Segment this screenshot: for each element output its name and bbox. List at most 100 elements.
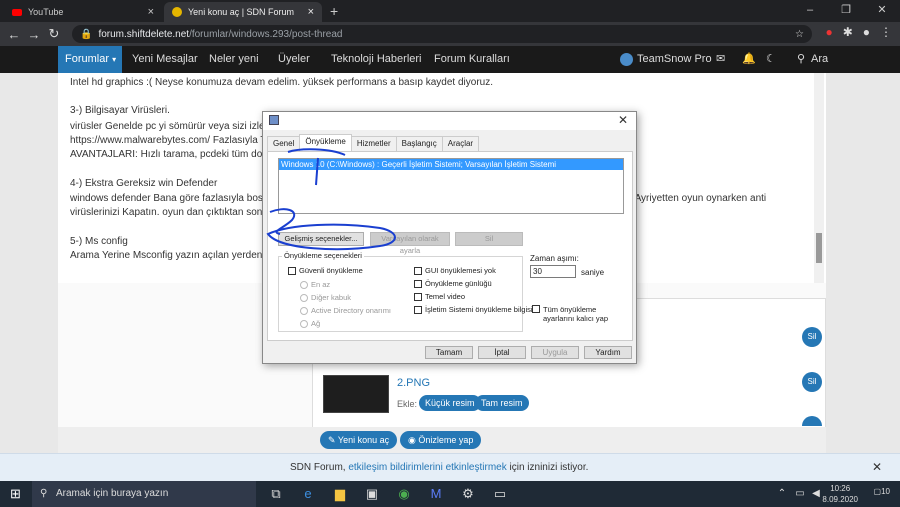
attachment-name[interactable]: 2.PNG [397, 377, 430, 389]
edge-icon[interactable]: e [300, 485, 316, 503]
network-radio: Ağ [300, 319, 320, 328]
sdn-icon [172, 7, 182, 17]
notification-icon[interactable]: ▢10 [874, 487, 890, 496]
close-icon[interactable]: × [148, 6, 154, 18]
moon-icon[interactable]: ☾ [766, 46, 776, 73]
os-list[interactable]: Windows 10 (C:\Windows) : Geçerli İşleti… [278, 158, 624, 214]
reload-icon[interactable]: ↻ [44, 26, 64, 42]
alt-shell-label: Diğer kabuk [311, 293, 352, 302]
text-link[interactable]: https://www.malwarebytes.com/ Fazlasıyla… [70, 135, 267, 146]
search-label[interactable]: Ara [811, 46, 828, 73]
notice-text: SDN Forum, etkileşim bildirimlerini etki… [290, 462, 588, 473]
chrome-icon[interactable]: ◉ [396, 485, 412, 503]
task-view-icon[interactable]: ⧉ [268, 485, 284, 503]
help-button[interactable]: Yardım [584, 346, 632, 359]
preview-button[interactable]: ◉ Önizleme yap [400, 431, 482, 449]
boot-tab-pane: Windows 10 (C:\Windows) : Geçerli İşleti… [267, 151, 633, 341]
new-tab-icon[interactable]: + [330, 3, 338, 19]
boot-log-checkbox[interactable]: Önyükleme günlüğü [414, 279, 492, 288]
cancel-button[interactable]: İptal [478, 346, 526, 359]
tray-arrow-icon[interactable]: ⌃ [774, 485, 790, 503]
close-icon[interactable]: ✕ [618, 113, 628, 127]
network-label: Ağ [311, 319, 321, 328]
windows-start-icon[interactable]: ⊞ [10, 486, 21, 502]
clock-time: 10:26 [830, 484, 851, 493]
delete-button[interactable]: Sil [802, 372, 822, 392]
safe-boot-checkbox[interactable]: Güvenli önyükleme [288, 266, 363, 275]
no-gui-checkbox[interactable]: GUI önyüklemesi yok [414, 266, 496, 275]
search-icon: ⚲ [40, 488, 48, 499]
os-info-label: İşletim Sistemi önyükleme bilgisi [425, 305, 533, 314]
nav-forumlar-label: Forumlar [65, 53, 110, 65]
file-explorer-icon[interactable]: ▆ [332, 485, 348, 503]
os-entry[interactable]: Windows 10 (C:\Windows) : Geçerli İşleti… [279, 159, 623, 170]
nav-neler-yeni[interactable]: Neler yeni [209, 46, 259, 73]
forward-icon[interactable]: → [24, 27, 44, 42]
profile-icon[interactable]: ● [863, 25, 870, 39]
no-gui-label: GUI önyüklemesi yok [425, 266, 496, 275]
search-icon[interactable]: ⚲ [797, 46, 805, 73]
boot-log-label: Önyükleme günlüğü [425, 279, 492, 288]
timeout-input[interactable]: 30 [530, 265, 576, 278]
minimize-icon[interactable]: – [792, 0, 828, 22]
tab-baslangic[interactable]: Başlangıç [395, 136, 443, 152]
store-icon[interactable]: ▣ [364, 485, 380, 503]
text-line: windows defender Bana göre fazlasıyla bo… [70, 193, 263, 204]
set-default-button: Varsayılan olarak ayarla [370, 232, 450, 255]
close-icon[interactable]: ✕ [872, 460, 882, 474]
insert-thumbnail-button[interactable]: Küçük resim [419, 395, 481, 411]
ok-button[interactable]: Tamam [425, 346, 473, 359]
advanced-options-button[interactable]: Gelişmiş seçenekler... [278, 232, 364, 246]
notice-post: için izninizi istiyor. [506, 462, 589, 473]
user-name[interactable]: TeamSnow Pro [637, 46, 712, 73]
editor-scroll-thumb[interactable] [816, 233, 822, 263]
app-window-icon[interactable]: ▭ [492, 485, 508, 503]
delete-button[interactable]: Sil [802, 327, 822, 347]
notification-banner: SDN Forum, etkileşim bildirimlerini etki… [0, 453, 900, 481]
text-line: Intel hd graphics :( Neyse konumuza deva… [70, 77, 493, 88]
back-icon[interactable]: ← [4, 27, 24, 42]
new-thread-button[interactable]: ✎ Yeni konu aç [320, 431, 398, 449]
text-line: 5-) Ms config [70, 236, 128, 247]
mail-icon[interactable]: ✉ [716, 46, 725, 73]
attachment-thumbnail[interactable] [323, 375, 389, 413]
taskbar-search[interactable]: ⚲ Aramak için buraya yazın [32, 481, 256, 507]
menu-icon[interactable]: ⋮ [880, 25, 892, 39]
base-video-checkbox[interactable]: Temel video [414, 292, 465, 301]
text-line: n. Ayriyetten oyun oynarken anti [624, 193, 767, 204]
extension-icon[interactable]: ● [825, 25, 832, 39]
nav-forum-kurallari[interactable]: Forum Kuralları [434, 46, 510, 73]
tab-araclar[interactable]: Araçlar [441, 136, 480, 152]
tab-sdn[interactable]: Yeni konu aç | SDN Forum × [164, 2, 322, 22]
close-icon[interactable]: × [308, 6, 314, 18]
minimal-label: En az [311, 280, 331, 289]
star-icon[interactable]: ☆ [795, 29, 804, 40]
tab-youtube[interactable]: YouTube × [4, 2, 162, 22]
text-line: 4-) Ekstra Gereksiz win Defender [70, 178, 218, 189]
tab-hizmetler[interactable]: Hizmetler [350, 136, 397, 152]
puzzle-icon[interactable]: ✱ [843, 25, 853, 39]
clock[interactable]: 10:26 8.09.2020 [822, 483, 858, 505]
dialog-tabs: Genel Önyükleme Hizmetler Başlangıç Araç… [267, 134, 480, 152]
m-app-icon[interactable]: M [428, 485, 444, 503]
bell-icon[interactable]: 🔔 [742, 46, 756, 73]
restore-icon[interactable]: ❐ [828, 0, 864, 22]
msconfig-icon [269, 115, 279, 125]
nav-forumlar[interactable]: Forumlar ▾ [58, 46, 122, 73]
nav-uyeler[interactable]: Üyeler [278, 46, 310, 73]
settings-icon[interactable]: ⚙ [460, 485, 476, 503]
notification-count: 10 [881, 487, 890, 496]
nav-teknoloji[interactable]: Teknoloji Haberleri [331, 46, 422, 73]
nav-yeni-mesajlar[interactable]: Yeni Mesajlar [132, 46, 198, 73]
close-window-icon[interactable]: ✕ [864, 0, 900, 22]
make-permanent-checkbox[interactable]: Tüm önyükleme ayarlarını kalıcı yap [532, 305, 628, 323]
url-field[interactable]: 🔒 forum.shiftdelete.net/forumlar/windows… [72, 25, 812, 43]
tab-onyukleme[interactable]: Önyükleme [299, 134, 352, 152]
battery-icon[interactable]: ▭ [792, 485, 808, 503]
notice-link[interactable]: etkileşim bildirimlerini etkinleştirmek [348, 462, 506, 473]
os-info-checkbox[interactable]: İşletim Sistemi önyükleme bilgisi [414, 305, 533, 314]
insert-full-button[interactable]: Tam resim [475, 395, 529, 411]
avatar[interactable] [620, 53, 633, 66]
boot-options-label: Önyükleme seçenekleri [282, 251, 364, 260]
tab-genel[interactable]: Genel [267, 136, 301, 152]
